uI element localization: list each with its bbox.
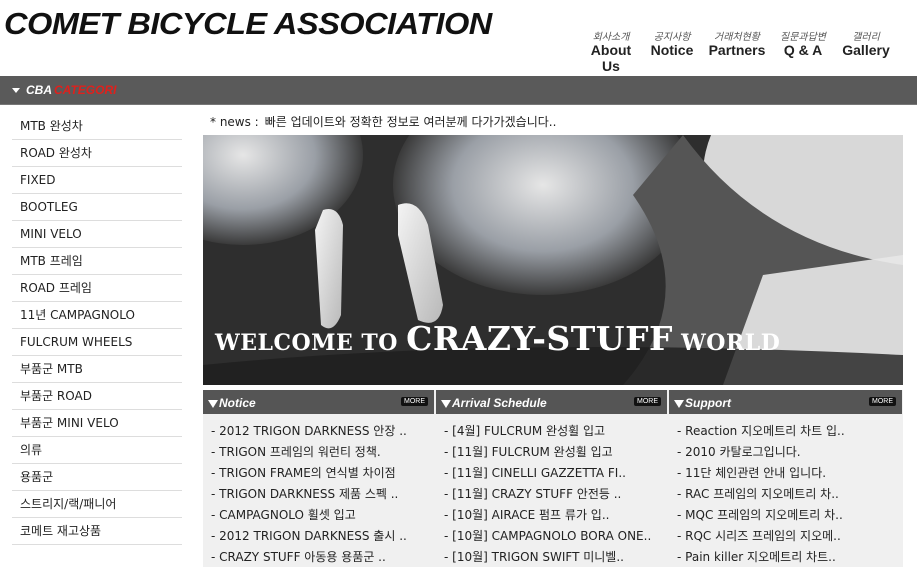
arrival-schedule-list: - [4월] FULCRUM 완성휠 입고 - [11월] FULCRUM 완성… (436, 414, 669, 567)
category-sidebar: MTB 완성차 ROAD 완성차 FIXED BOOTLEG MINI VELO… (12, 113, 182, 545)
sidebar-item-racks[interactable]: 스트리지/랙/패니어 (12, 491, 182, 518)
nav-gallery-label: Gallery (842, 42, 890, 58)
nav-notice[interactable]: 공지사항 Notice (644, 28, 700, 78)
list-item[interactable]: - TRIGON 프레임의 워런티 정책. (211, 442, 436, 463)
banner-welcome-suffix: WORLD (672, 330, 781, 356)
nav-partners[interactable]: 거래처현황 Partners (702, 28, 772, 78)
support-box: Support MORE - Reaction 지오메트리 차트 입.. - 2… (669, 390, 902, 567)
support-box-header: Support MORE (669, 390, 902, 414)
notice-box-header: Notice MORE (203, 390, 434, 414)
list-item[interactable]: - 2010 카탈로그입니다. (677, 442, 902, 463)
banner-welcome-brand: CRAZY-STUFF (406, 319, 673, 358)
list-item[interactable]: - RAC 프레임의 지오메트리 차.. (677, 484, 902, 505)
main-banner[interactable]: WELCOME TO CRAZY-STUFF WORLD (203, 135, 903, 385)
category-bar: CBA CATEGORI (0, 76, 917, 105)
arrival-schedule-more-button[interactable]: MORE (634, 397, 661, 406)
arrival-schedule-box-title-text: Arrival Schedule (452, 396, 547, 410)
support-box-title-text: Support (685, 396, 731, 410)
banner-welcome-text: WELCOME TO CRAZY-STUFF WORLD (215, 319, 780, 358)
nav-qa-ko: 질문과답변 (780, 32, 826, 43)
arrival-schedule-box-header: Arrival Schedule MORE (436, 390, 667, 414)
list-item[interactable]: - TRIGON FRAME의 연식별 차이점 (211, 463, 436, 484)
sidebar-item-parts-road[interactable]: 부품군 ROAD (12, 383, 182, 410)
triangle-down-icon (674, 400, 684, 408)
notice-box-title[interactable]: Notice (208, 396, 256, 410)
triangle-down-icon (441, 400, 451, 408)
notice-box: Notice MORE - 2012 TRIGON DARKNESS 안장 ..… (203, 390, 436, 567)
site-logo[interactable]: COMET BICYCLE ASSOCIATION (4, 6, 492, 42)
nav-about-us-label: About Us (590, 42, 632, 74)
news-label: * news : (210, 115, 259, 129)
notice-box-title-text: Notice (219, 396, 256, 410)
sidebar-item-parts-mtb[interactable]: 부품군 MTB (12, 356, 182, 383)
sidebar-item-mini-velo[interactable]: MINI VELO (12, 221, 182, 248)
nav-about-us[interactable]: 회사소개 About Us (580, 28, 642, 78)
list-item[interactable]: - [11월] CINELLI GAZZETTA FI.. (444, 463, 669, 484)
list-item[interactable]: - Reaction 지오메트리 차트 입.. (677, 421, 902, 442)
category-bar-title: CATEGORI (54, 83, 117, 97)
nav-notice-label: Notice (650, 42, 694, 58)
sidebar-item-mtb-frame[interactable]: MTB 프레임 (12, 248, 182, 275)
nav-notice-ko: 공지사항 (653, 32, 691, 43)
list-item[interactable]: - [10월] TRIGON SWIFT 미니벨.. (444, 547, 669, 567)
nav-partners-ko: 거래처현황 (714, 32, 760, 43)
sidebar-item-accessories[interactable]: 용품군 (12, 464, 182, 491)
list-item[interactable]: - CRAZY STUFF 아동용 용품군 .. (211, 547, 436, 567)
nav-about-us-ko: 회사소개 (592, 32, 630, 43)
nav-gallery[interactable]: 갤러리 Gallery (834, 28, 898, 78)
notice-more-button[interactable]: MORE (401, 397, 428, 406)
list-item[interactable]: - CAMPAGNOLO 휠셋 입고 (211, 505, 436, 526)
list-item[interactable]: - 2012 TRIGON DARKNESS 안장 .. (211, 421, 436, 442)
nav-partners-label: Partners (708, 42, 766, 58)
triangle-down-icon (12, 88, 20, 93)
list-item[interactable]: - TRIGON DARKNESS 제품 스펙 .. (211, 484, 436, 505)
arrival-schedule-box-title[interactable]: Arrival Schedule (441, 396, 547, 410)
sidebar-item-road-bikes[interactable]: ROAD 완성차 (12, 140, 182, 167)
list-item[interactable]: - [4월] FULCRUM 완성휠 입고 (444, 421, 669, 442)
category-bar-cba: CBA (26, 83, 52, 97)
list-item[interactable]: - Pain killer 지오메트리 차트.. (677, 547, 902, 567)
support-list: - Reaction 지오메트리 차트 입.. - 2010 카탈로그입니다. … (669, 414, 902, 567)
sidebar-item-road-frame[interactable]: ROAD 프레임 (12, 275, 182, 302)
nav-gallery-ko: 갤러리 (852, 32, 880, 43)
support-more-button[interactable]: MORE (869, 397, 896, 406)
list-item[interactable]: - RQC 시리즈 프레임의 지오메.. (677, 526, 902, 547)
top-navigation: 회사소개 About Us 공지사항 Notice 거래처현황 Partners… (580, 28, 900, 78)
info-boxes: Notice MORE - 2012 TRIGON DARKNESS 안장 ..… (203, 390, 903, 567)
sidebar-item-clothing[interactable]: 의류 (12, 437, 182, 464)
list-item[interactable]: - [10월] CAMPAGNOLO BORA ONE.. (444, 526, 669, 547)
list-item[interactable]: - 2012 TRIGON DARKNESS 출시 .. (211, 526, 436, 547)
list-item[interactable]: - [11월] CRAZY STUFF 안전등 .. (444, 484, 669, 505)
sidebar-item-parts-mini-velo[interactable]: 부품군 MINI VELO (12, 410, 182, 437)
nav-qa[interactable]: 질문과답변 Q & A (774, 28, 832, 78)
nav-qa-label: Q & A (783, 42, 823, 58)
support-box-title[interactable]: Support (674, 396, 731, 410)
list-item[interactable]: - MQC 프레임의 지오메트리 차.. (677, 505, 902, 526)
list-item[interactable]: - [10월] AIRACE 펌프 류가 입.. (444, 505, 669, 526)
news-ticker: * news : 빠른 업데이트와 정확한 정보로 여러분께 다가가겠습니다.. (210, 113, 556, 130)
news-text[interactable]: 빠른 업데이트와 정확한 정보로 여러분께 다가가겠습니다.. (265, 115, 557, 129)
triangle-down-icon (208, 400, 218, 408)
sidebar-item-mtb-bikes[interactable]: MTB 완성차 (12, 113, 182, 140)
arrival-schedule-box: Arrival Schedule MORE - [4월] FULCRUM 완성휠… (436, 390, 669, 567)
sidebar-item-stock[interactable]: 코메트 재고상품 (12, 518, 182, 545)
sidebar-item-bootleg[interactable]: BOOTLEG (12, 194, 182, 221)
notice-list: - 2012 TRIGON DARKNESS 안장 .. - TRIGON 프레… (203, 414, 436, 567)
banner-welcome-prefix: WELCOME TO (215, 330, 407, 356)
list-item[interactable]: - [11월] FULCRUM 완성휠 입고 (444, 442, 669, 463)
list-item[interactable]: - 11단 체인관련 안내 입니다. (677, 463, 902, 484)
sidebar-item-campagnolo[interactable]: 11년 CAMPAGNOLO (12, 302, 182, 329)
sidebar-item-fulcrum-wheels[interactable]: FULCRUM WHEELS (12, 329, 182, 356)
sidebar-item-fixed[interactable]: FIXED (12, 167, 182, 194)
